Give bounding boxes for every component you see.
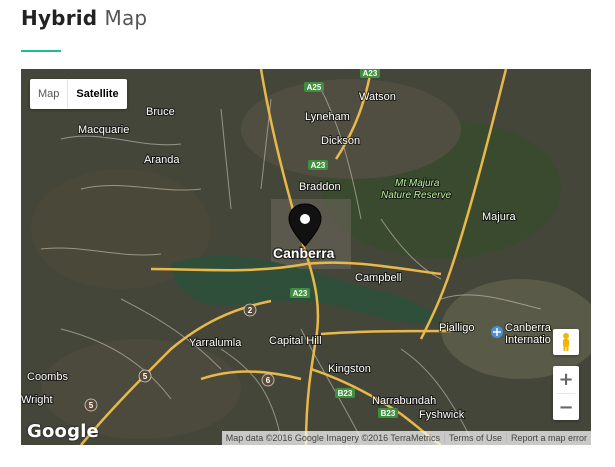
map-type-control: Map Satellite [30, 79, 127, 109]
zoom-out-button[interactable]: − [553, 394, 579, 421]
label-coombs: Coombs [27, 371, 68, 383]
shield-route-5b: 5 [84, 398, 98, 412]
zoom-control: + − [553, 366, 579, 420]
label-yarralumla: Yarralumla [189, 337, 242, 349]
shield-route-6: 6 [261, 373, 275, 387]
svg-text:6: 6 [266, 376, 271, 385]
label-majura: Majura [482, 211, 517, 223]
svg-text:5: 5 [89, 401, 94, 410]
svg-text:5: 5 [143, 372, 148, 381]
shield-a23-lake: A23 [290, 288, 310, 298]
label-bruce: Bruce [146, 106, 175, 118]
label-canberra-airport: Canberra [505, 322, 552, 334]
label-dickson: Dickson [321, 135, 360, 147]
shield-route-5: 5 [138, 369, 152, 383]
shield-b23-low: B23 [378, 408, 398, 418]
map-attribution: Map data ©2016 Google Imagery ©2016 Terr… [221, 431, 591, 445]
shield-route-2: 2 [243, 303, 257, 317]
label-watson: Watson [359, 91, 396, 103]
label-macquarie: Macquarie [78, 124, 129, 136]
airport-icon [491, 326, 503, 338]
shield-a25: A25 [304, 82, 324, 92]
label-nature-reserve: Nature Reserve [381, 190, 451, 201]
google-logo[interactable]: Google [27, 421, 99, 442]
title-underline [21, 50, 61, 52]
svg-text:A23: A23 [311, 161, 326, 170]
svg-text:2: 2 [248, 306, 253, 315]
label-campbell: Campbell [355, 272, 401, 284]
label-capital-hill: Capital Hill [269, 335, 322, 347]
zoom-in-button[interactable]: + [553, 366, 579, 393]
suburb-area-north [241, 79, 461, 179]
label-braddon: Braddon [299, 181, 341, 193]
label-wright: Wright [21, 394, 53, 406]
label-narrabundah: Narrabundah [372, 395, 436, 407]
hybrid-map[interactable]: A23 A25 A23 A23 B23 B23 2 5 6 5 Watson B… [21, 69, 591, 445]
shield-a23-mid: A23 [308, 160, 328, 170]
label-fyshwick: Fyshwick [419, 409, 465, 421]
svg-text:A25: A25 [307, 83, 322, 92]
label-canberra: Canberra [273, 245, 335, 261]
shield-b23: B23 [335, 388, 355, 398]
label-aranda: Aranda [144, 154, 180, 166]
page-title-bold: Hybrid [21, 6, 98, 30]
page-title-light: Map [104, 6, 148, 30]
label-lyneham: Lyneham [305, 111, 350, 123]
svg-text:A23: A23 [293, 289, 308, 298]
street-view-pegman-button[interactable] [553, 329, 579, 355]
page-title: Hybrid Map [21, 6, 147, 30]
label-mt-majura: Mt Majura [395, 178, 440, 189]
shield-a23-top: A23 [360, 69, 380, 78]
attribution-map-data: Map data ©2016 Google Imagery ©2016 Terr… [225, 433, 440, 443]
satellite-imagery[interactable]: A23 A25 A23 A23 B23 B23 2 5 6 5 Watson B… [21, 69, 591, 445]
terms-of-use-link[interactable]: Terms of Use [443, 433, 506, 443]
svg-text:A23: A23 [363, 69, 378, 78]
pegman-icon [563, 333, 569, 351]
svg-text:B23: B23 [381, 409, 396, 418]
label-kingston: Kingston [328, 363, 371, 375]
svg-text:B23: B23 [338, 389, 353, 398]
map-type-map-button[interactable]: Map [30, 79, 67, 109]
map-type-satellite-button[interactable]: Satellite [67, 79, 126, 109]
label-international: Internatio [505, 334, 551, 346]
report-map-error-link[interactable]: Report a map error [505, 433, 591, 443]
label-pialligo: Pialligo [439, 322, 474, 334]
